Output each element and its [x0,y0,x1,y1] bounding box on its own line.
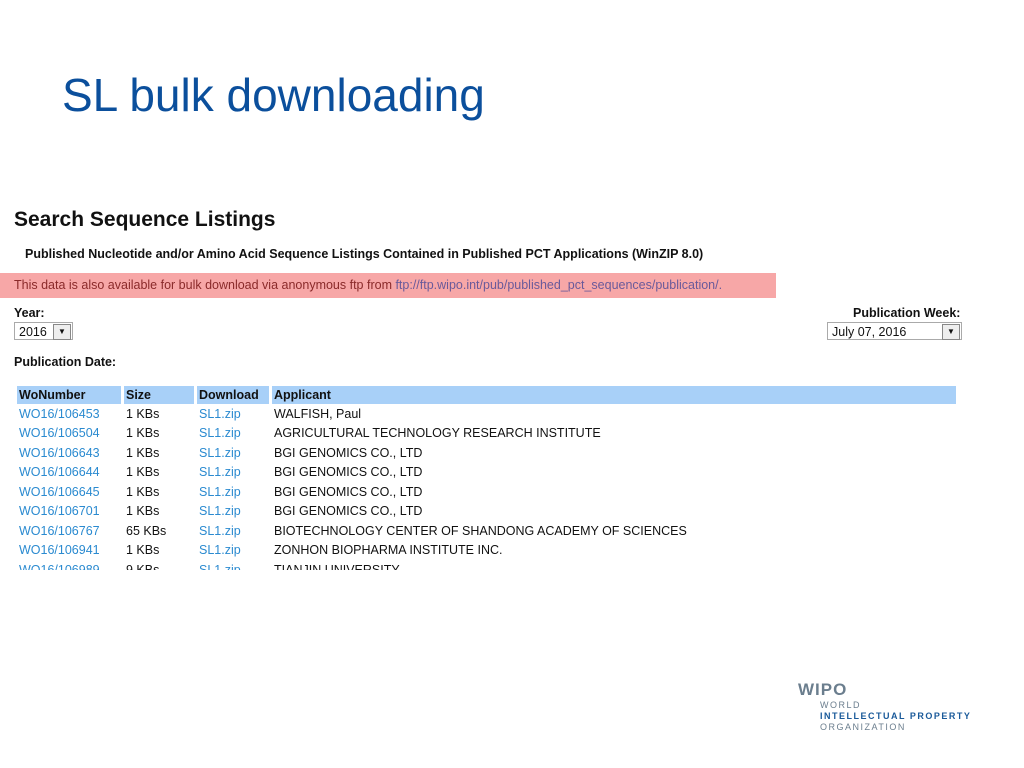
bulk-download-banner: This data is also available for bulk dow… [0,273,776,298]
logo-line: WORLD [820,700,861,710]
year-value: 2016 [19,325,47,339]
ftp-link[interactable]: ftp://ftp.wipo.int/pub/published_pct_seq… [395,278,722,292]
download-link[interactable]: SL1.zip [197,443,269,463]
chevron-down-icon[interactable]: ▼ [942,324,960,340]
year-label: Year: [14,306,45,320]
chevron-down-icon[interactable]: ▼ [53,324,71,340]
week-label: Publication Week: [853,306,961,320]
logo-mark: WIPO [798,680,848,699]
wipo-logo: WIPO WORLD INTELLECTUAL PROPERTY ORGANIZ… [798,680,971,733]
table-row: WO16/106941 1 KBs SL1.zip ZONHON BIOPHARMA … [17,541,956,561]
applicant-cell: TIANJIN UNIVERSITY [274,562,400,570]
download-link[interactable]: SL1.zip [197,482,269,502]
table-row: WO16/106644 1 KBs SL1.zip BGI GENOMICS CO.,… [17,463,956,483]
table-row: WO16/106643 1 KBs SL1.zip BGI GENOMICS CO.,… [17,443,956,463]
download-link[interactable]: SL1.zip [197,560,269,570]
download-link[interactable]: SL1.zip [197,424,269,444]
applicant-cell: BGI GENOMICS CO., LTD [274,445,423,460]
table-row: WO16/106701 1 KBs SL1.zip BGI GENOMICS CO.,… [17,502,956,522]
wonumber-link[interactable]: WO16/106989 [17,560,121,570]
download-link[interactable]: SL1.zip [197,541,269,561]
wonumber-link[interactable]: WO16/106453 [17,404,121,424]
size-cell: 1 KBs [126,445,160,460]
download-link[interactable]: SL1.zip [197,502,269,522]
wonumber-link[interactable]: WO16/106504 [17,424,121,444]
size-cell: 1 KBs [126,426,160,441]
week-select[interactable]: July 07, 2016 ▼ [827,322,962,340]
banner-text: This data is also available for bulk dow… [14,278,396,292]
results-table: WoNumber Size Download Applicant WO16/10… [14,386,959,570]
logo-line: ORGANIZATION [820,722,906,732]
download-link[interactable]: SL1.zip [197,463,269,483]
table-row: WO16/106504 1 KBs SL1.zip AGRICULTURAL TECH… [17,424,956,444]
applicant-cell: BIOTECHNOLOGY CENTER OF SHANDONG ACADEMY… [274,523,687,538]
size-cell: 1 KBs [126,406,160,421]
wonumber-link[interactable]: WO16/106645 [17,482,121,502]
applicant-cell: BGI GENOMICS CO., LTD [274,504,423,519]
col-download[interactable]: Download [197,386,269,404]
col-size[interactable]: Size [124,386,194,404]
size-cell: 1 KBs [126,465,160,480]
col-applicant[interactable]: Applicant [272,386,956,404]
table-row: WO16/106453 1 KBs SL1.zip WALFISH, Paul [17,404,956,424]
page-subtitle: Published Nucleotide and/or Amino Acid S… [25,247,704,261]
wonumber-link[interactable]: WO16/106701 [17,502,121,522]
download-link[interactable]: SL1.zip [197,404,269,424]
size-cell: 1 KBs [126,543,160,558]
download-link[interactable]: SL1.zip [197,521,269,541]
size-cell: 65 KBs [126,523,167,538]
wonumber-link[interactable]: WO16/106644 [17,463,121,483]
wonumber-link[interactable]: WO16/106941 [17,541,121,561]
size-cell: 1 KBs [126,484,160,499]
applicant-cell: AGRICULTURAL TECHNOLOGY RESEARCH INSTITU… [274,426,601,441]
applicant-cell: BGI GENOMICS CO., LTD [274,484,423,499]
table-row: WO16/106989 9 KBs SL1.zip TIANJIN UNIVERSIT… [17,560,956,570]
size-cell: 1 KBs [126,504,160,519]
year-select[interactable]: 2016 ▼ [14,322,73,340]
applicant-cell: BGI GENOMICS CO., LTD [274,465,423,480]
table-row: WO16/106645 1 KBs SL1.zip BGI GENOMICS CO.,… [17,482,956,502]
table-header: WoNumber Size Download Applicant [17,386,956,404]
logo-line: INTELLECTUAL PROPERTY [820,711,972,721]
applicant-cell: WALFISH, Paul [274,406,362,421]
date-label: Publication Date: [14,355,117,369]
wonumber-link[interactable]: WO16/106767 [17,521,121,541]
wonumber-link[interactable]: WO16/106643 [17,443,121,463]
table-row: WO16/106767 65 KBs SL1.zip BIOTECHNOLOGY CE… [17,521,956,541]
slide-title: SL bulk downloading [62,69,485,121]
page-title: Search Sequence Listings [14,208,276,231]
applicant-cell: ZONHON BIOPHARMA INSTITUTE INC. [274,543,503,558]
col-wonumber[interactable]: WoNumber [17,386,121,404]
week-value: July 07, 2016 [832,325,907,339]
size-cell: 9 KBs [126,562,160,570]
